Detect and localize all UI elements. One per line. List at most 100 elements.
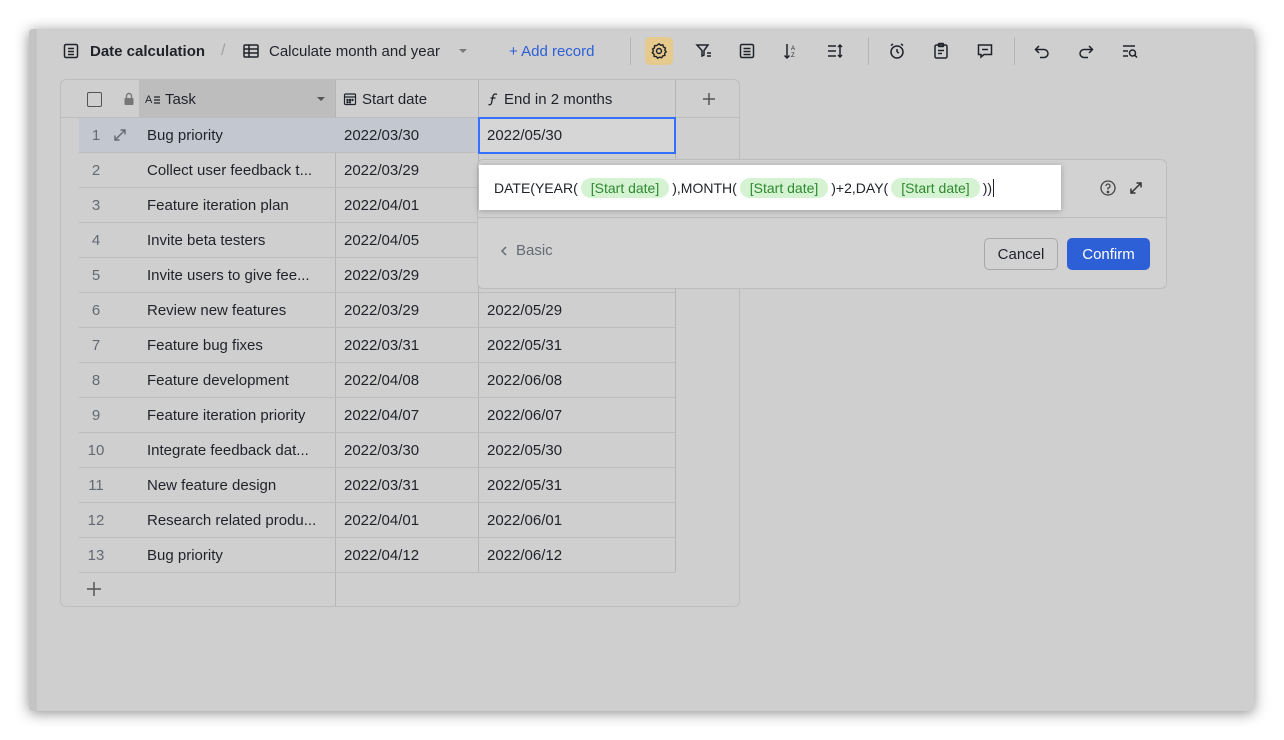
settings-gear-icon[interactable] <box>645 37 673 65</box>
confirm-button[interactable]: Confirm <box>1067 238 1150 270</box>
add-record-button[interactable]: + Add record <box>509 29 594 73</box>
redo-icon[interactable] <box>1074 39 1098 63</box>
basic-label: Basic <box>516 242 553 259</box>
column-header-start-date[interactable]: Start date <box>336 80 478 118</box>
table-row[interactable]: 10 Integrate feedback dat... 2022/03/30 … <box>79 433 675 468</box>
start-date-cell[interactable]: 2022/04/01 <box>344 503 480 537</box>
end-date-cell[interactable]: 2022/06/01 <box>487 503 673 537</box>
row-number: 9 <box>91 406 101 424</box>
row-number: 2 <box>91 161 101 179</box>
add-row-plus-icon[interactable] <box>85 580 103 598</box>
text-caret <box>993 178 995 197</box>
group-fields-icon[interactable] <box>735 39 759 63</box>
start-date-cell[interactable]: 2022/03/29 <box>344 153 480 187</box>
basic-mode-link[interactable]: Basic <box>498 242 553 259</box>
start-date-cell[interactable]: 2022/03/31 <box>344 328 480 362</box>
add-column-plus-icon[interactable] <box>676 80 739 118</box>
start-date-cell[interactable]: 2022/04/01 <box>344 188 480 222</box>
formula-text: ),MONTH( <box>672 179 737 196</box>
task-cell[interactable]: Feature bug fixes <box>147 328 333 362</box>
end-date-cell-active[interactable]: 2022/05/30 <box>478 117 676 154</box>
table-row[interactable]: 11 New feature design 2022/03/31 2022/05… <box>79 468 675 503</box>
start-date-cell[interactable]: 2022/04/07 <box>344 398 480 432</box>
expand-icon[interactable] <box>1126 178 1146 198</box>
row-number: 4 <box>91 231 101 249</box>
app-window: Date calculation / Calculate month and y… <box>29 29 1254 711</box>
sort-icon[interactable]: AZ <box>779 39 803 63</box>
formula-input[interactable]: DATE(YEAR( [Start date] ),MONTH( [Start … <box>479 165 1061 210</box>
select-all-checkbox[interactable] <box>87 80 102 118</box>
table-row[interactable]: 8 Feature development 2022/04/08 2022/06… <box>79 363 675 398</box>
view-name[interactable]: Calculate month and year <box>269 29 440 73</box>
calendar-field-icon <box>343 92 357 106</box>
end-date-cell[interactable]: 2022/06/07 <box>487 398 673 432</box>
task-cell[interactable]: Research related produ... <box>147 503 333 537</box>
field-reference-tag[interactable]: [Start date] <box>580 177 670 198</box>
end-date-cell[interactable]: 2022/05/31 <box>487 328 673 362</box>
alarm-clock-icon[interactable] <box>885 39 909 63</box>
end-date-cell[interactable]: 2022/05/31 <box>487 468 673 502</box>
undo-icon[interactable] <box>1030 39 1054 63</box>
task-cell[interactable]: Collect user feedback t... <box>147 153 333 187</box>
grid-header: A Task Start date End in 2 months <box>61 80 739 606</box>
field-reference-tag[interactable]: [Start date] <box>891 177 980 198</box>
toolbar-divider <box>868 37 869 65</box>
end-date-cell[interactable]: 2022/06/08 <box>487 363 673 397</box>
column-header-task[interactable]: A Task <box>139 80 335 118</box>
panel-divider <box>478 217 1166 218</box>
task-cell[interactable]: Invite beta testers <box>147 223 333 257</box>
end-date-cell[interactable]: 2022/05/30 <box>487 433 673 467</box>
task-cell[interactable]: Invite users to give fee... <box>147 258 333 292</box>
column-name-start-date: Start date <box>362 90 428 108</box>
start-date-cell[interactable]: 2022/03/30 <box>344 118 480 152</box>
lock-icon <box>122 80 136 118</box>
chevron-down-icon[interactable] <box>451 39 475 63</box>
task-cell[interactable]: Review new features <box>147 293 333 327</box>
base-title[interactable]: Date calculation <box>90 29 205 73</box>
end-date-cell[interactable]: 2022/06/12 <box>487 538 673 572</box>
comment-icon[interactable] <box>973 39 997 63</box>
expand-record-icon[interactable] <box>112 118 134 152</box>
start-date-cell[interactable]: 2022/03/31 <box>344 468 480 502</box>
table-row[interactable]: 9 Feature iteration priority 2022/04/07 … <box>79 398 675 433</box>
search-records-icon[interactable] <box>1118 39 1142 63</box>
start-date-cell[interactable]: 2022/03/29 <box>344 293 480 327</box>
start-date-cell[interactable]: 2022/04/08 <box>344 363 480 397</box>
task-cell[interactable]: Feature iteration priority <box>147 398 333 432</box>
task-cell[interactable]: New feature design <box>147 468 333 502</box>
row-number: 3 <box>91 196 101 214</box>
chevron-left-icon <box>498 245 510 257</box>
svg-text:Z: Z <box>791 53 795 59</box>
end-date-cell[interactable]: 2022/05/29 <box>487 293 673 327</box>
help-icon[interactable] <box>1098 178 1118 198</box>
form-clipboard-icon[interactable] <box>929 39 953 63</box>
breadcrumb-separator: / <box>221 42 226 59</box>
start-date-cell[interactable]: 2022/03/30 <box>344 433 480 467</box>
cancel-button[interactable]: Cancel <box>984 238 1058 270</box>
task-cell[interactable]: Feature iteration plan <box>147 188 333 222</box>
task-cell[interactable]: Feature development <box>147 363 333 397</box>
start-date-cell[interactable]: 2022/04/12 <box>344 538 480 572</box>
start-date-cell[interactable]: 2022/04/05 <box>344 223 480 257</box>
row-number: 11 <box>88 476 104 494</box>
column-header-end-in-2-months[interactable]: End in 2 months <box>479 80 675 118</box>
task-cell[interactable]: Bug priority <box>147 538 333 572</box>
table-row[interactable]: 6 Review new features 2022/03/29 2022/05… <box>79 293 675 328</box>
formula-text: DATE(YEAR( <box>494 179 578 196</box>
field-reference-tag[interactable]: [Start date] <box>739 177 829 198</box>
table-row[interactable]: 7 Feature bug fixes 2022/03/31 2022/05/3… <box>79 328 675 363</box>
table-row[interactable]: 12 Research related produ... 2022/04/01 … <box>79 503 675 538</box>
column-name-end: End in 2 months <box>504 90 613 108</box>
table-row[interactable]: 1 Bug priority 2022/03/30 2022/05/30 <box>79 117 676 154</box>
filter-icon[interactable] <box>692 39 716 63</box>
column-menu-chevron-icon[interactable] <box>315 93 327 105</box>
row-height-icon[interactable] <box>823 39 847 63</box>
toolbar-divider <box>630 37 631 65</box>
column-name-task: Task <box>165 90 196 108</box>
table-row[interactable]: 13 Bug priority 2022/04/12 2022/06/12 <box>79 538 675 573</box>
start-date-cell[interactable]: 2022/03/29 <box>344 258 480 292</box>
table-list-icon[interactable] <box>59 39 83 63</box>
task-cell[interactable]: Integrate feedback dat... <box>147 433 333 467</box>
task-cell[interactable]: Bug priority <box>147 118 333 152</box>
toolbar: Date calculation / Calculate month and y… <box>29 29 1254 73</box>
